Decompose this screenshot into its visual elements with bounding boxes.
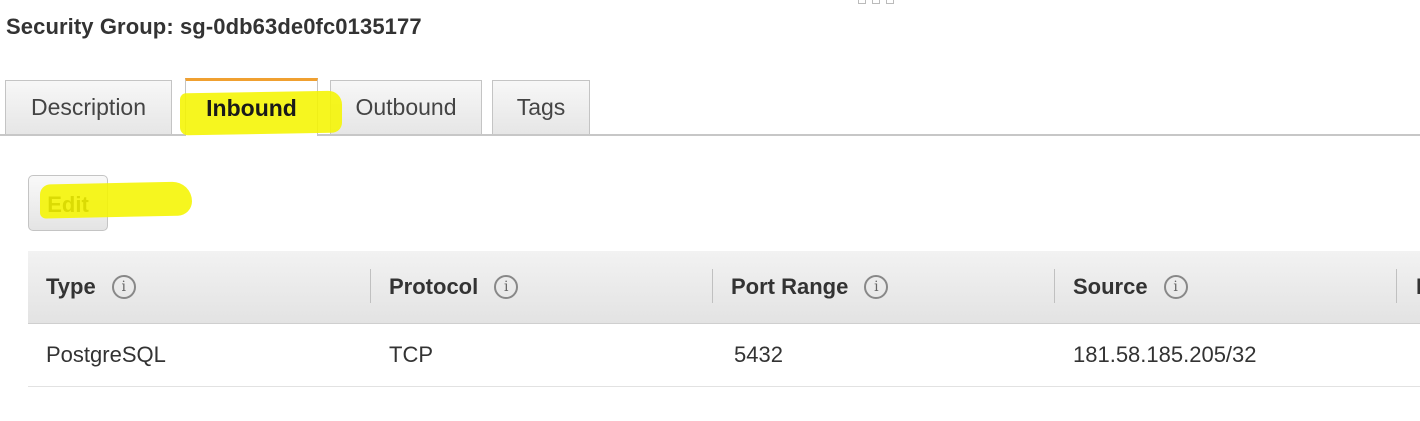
edit-button-label: Edit <box>47 191 89 217</box>
tab-outbound-label: Outbound <box>355 94 457 120</box>
cell-port-range: 5432 <box>734 342 783 367</box>
column-header-description[interactable]: D <box>1416 251 1420 323</box>
info-icon[interactable]: i <box>111 275 136 299</box>
column-header-protocol[interactable]: Protocol i <box>389 251 519 323</box>
column-header-protocol-label: Protocol <box>389 274 479 299</box>
table-header: Type i Protocol i Port Range i Source i … <box>28 251 1420 324</box>
cell-protocol: TCP <box>389 342 433 367</box>
table-row[interactable]: PostgreSQL TCP 5432 181.58.185.205/32 <box>28 324 1420 387</box>
column-header-type[interactable]: Type i <box>46 251 136 323</box>
column-divider[interactable] <box>712 269 713 303</box>
tab-description-label: Description <box>30 94 147 120</box>
inbound-rules-table: Type i Protocol i Port Range i Source i … <box>28 251 1420 387</box>
info-icon[interactable]: i <box>494 275 519 299</box>
info-icon[interactable]: i <box>1163 275 1188 299</box>
column-divider[interactable] <box>370 269 371 303</box>
column-header-type-label: Type <box>46 274 96 299</box>
tab-bar: Description Inbound Outbound Tags <box>0 78 1420 136</box>
column-header-source[interactable]: Source i <box>1073 251 1188 323</box>
tab-inbound-label: Inbound <box>206 95 297 121</box>
tab-tags-label: Tags <box>516 94 566 120</box>
column-header-source-label: Source <box>1073 274 1148 299</box>
info-icon[interactable]: i <box>864 275 889 299</box>
column-header-description-label: D <box>1416 274 1420 300</box>
column-header-port-range[interactable]: Port Range i <box>731 251 889 323</box>
tab-outbound[interactable]: Outbound <box>330 80 482 134</box>
tab-inbound[interactable]: Inbound <box>185 78 318 136</box>
column-divider[interactable] <box>1054 269 1055 303</box>
cell-source: 181.58.185.205/32 <box>1073 342 1257 367</box>
cell-type: PostgreSQL <box>46 342 166 367</box>
tab-description[interactable]: Description <box>5 80 172 134</box>
column-divider[interactable] <box>1396 269 1397 303</box>
edit-button[interactable]: Edit <box>28 175 108 231</box>
security-group-title: Security Group: sg-0db63de0fc0135177 <box>6 14 422 39</box>
column-header-port-range-label: Port Range <box>731 274 849 299</box>
tab-tags[interactable]: Tags <box>492 80 590 134</box>
resize-handle[interactable] <box>858 0 894 4</box>
security-group-panel: Security Group: sg-0db63de0fc0135177 Des… <box>0 0 1420 421</box>
